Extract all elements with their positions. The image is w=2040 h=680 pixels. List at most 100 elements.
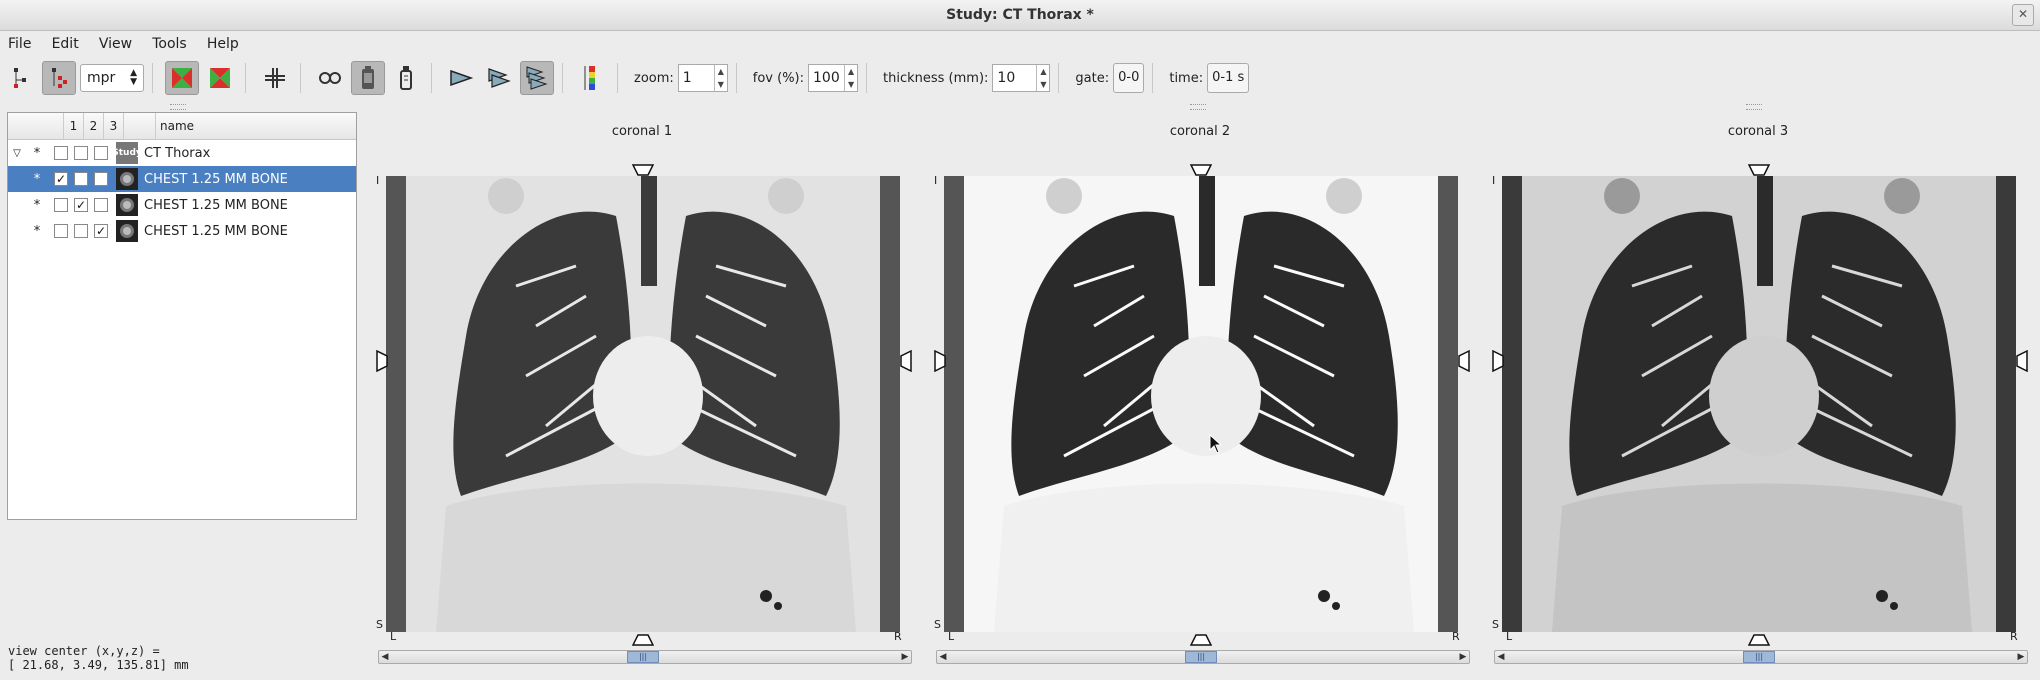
volume-fixed-icon[interactable] [351, 61, 385, 95]
viewport-3[interactable]: coronal 3 I S L R ◀ ||| ▶ [1480, 112, 2036, 672]
expand-icon[interactable]: ▽ [8, 148, 26, 159]
thickness-label: thickness (mm): [883, 70, 989, 86]
time-button[interactable]: 0-1 s [1207, 63, 1250, 93]
blend-red-icon[interactable] [203, 61, 237, 95]
view-2-checkbox[interactable] [74, 224, 88, 238]
view-1-checkbox[interactable] [54, 198, 68, 212]
spin-arrows-icon[interactable]: ▲ ▼ [1036, 65, 1049, 91]
slice-handle-bottom-icon[interactable] [632, 634, 654, 646]
fov-value: 100 [813, 70, 840, 86]
view-center-value: [ 21.68, 3.49, 135.81] mm [8, 658, 189, 672]
viewport-1[interactable]: coronal 1 I S L R ◀ ||| ▶ [364, 112, 920, 672]
thickness-spinbox[interactable]: 10 ▲ ▼ [992, 64, 1051, 92]
toolbar-separator [152, 63, 153, 93]
view-2-checkbox[interactable] [74, 146, 88, 160]
slice-handle-bottom-icon[interactable] [1748, 634, 1770, 646]
menu-view[interactable]: View [91, 30, 140, 58]
view-3-checkbox[interactable]: ✓ [94, 224, 108, 238]
menu-tools[interactable]: Tools [144, 30, 195, 58]
view-2-checkbox[interactable]: ✓ [74, 198, 88, 212]
slice-handle-right-icon[interactable] [2016, 350, 2028, 372]
orientation-right-label: R [2010, 630, 2018, 643]
colormap-icon[interactable] [575, 61, 609, 95]
splitter-grip[interactable] [1746, 104, 1762, 110]
menu-edit[interactable]: Edit [44, 30, 87, 58]
coronal-ct-image[interactable] [944, 176, 1458, 632]
splitter-grip[interactable] [170, 104, 186, 110]
close-icon[interactable]: ✕ [2012, 4, 2034, 26]
play-double-icon[interactable] [482, 61, 516, 95]
toolbar-separator [245, 63, 246, 93]
coronal-ct-image[interactable] [386, 176, 900, 632]
slice-handle-left-icon[interactable] [1492, 350, 1504, 372]
slice-handle-right-icon[interactable] [900, 350, 912, 372]
view-1-checkbox[interactable]: ✓ [54, 172, 68, 186]
scroll-right-icon[interactable]: ▶ [2015, 651, 2027, 663]
orientation-right-label: R [1452, 630, 1460, 643]
coronal-ct-image[interactable] [1502, 176, 2016, 632]
scroll-left-icon[interactable]: ◀ [1495, 651, 1507, 663]
tree-layout-alt-icon[interactable] [42, 61, 76, 95]
zoom-spinbox[interactable]: 1 ▲ ▼ [677, 64, 728, 92]
fov-spinbox[interactable]: 100 ▲ ▼ [808, 64, 859, 92]
view-3-checkbox[interactable] [94, 198, 108, 212]
blend-green-icon[interactable] [165, 61, 199, 95]
slice-handle-left-icon[interactable] [934, 350, 946, 372]
menu-file[interactable]: File [0, 30, 39, 58]
crosshair-icon[interactable] [258, 61, 292, 95]
view-mode-select[interactable]: mpr ▲ ▼ [80, 64, 144, 92]
link-views-icon[interactable] [313, 61, 347, 95]
scrollbar-thumb[interactable]: ||| [1185, 651, 1217, 663]
tree-row[interactable]: * ✓ CHEST 1.25 MM BONE [8, 192, 356, 218]
slice-scrollbar[interactable]: ◀ ||| ▶ [1494, 650, 2028, 664]
thickness-value: 10 [997, 70, 1016, 86]
scroll-right-icon[interactable]: ▶ [1457, 651, 1469, 663]
tree-row[interactable]: * ✓ CHEST 1.25 MM BONE [8, 166, 356, 192]
view-3-checkbox[interactable] [94, 146, 108, 160]
viewport-title: coronal 3 [1727, 124, 1789, 139]
column-header-2[interactable]: 2 [84, 113, 104, 139]
gate-button[interactable]: 0-0 [1113, 63, 1145, 93]
tree-row-name: CHEST 1.25 MM BONE [144, 171, 288, 187]
menu-help[interactable]: Help [199, 30, 247, 58]
slice-scrollbar[interactable]: ◀ ||| ▶ [936, 650, 1470, 664]
play-triple-icon[interactable] [520, 61, 554, 95]
tree-header-spacer [8, 113, 64, 139]
view-center-label: view center (x,y,z) = [8, 644, 160, 658]
toolbar: mpr ▲ ▼ zoom: 1 ▲ ▼ fov (%): 100 ▲ ▼ thi… [0, 58, 2040, 98]
orientation-bottom-label: S [376, 618, 383, 631]
slice-handle-bottom-icon[interactable] [1190, 634, 1212, 646]
scrollbar-thumb[interactable]: ||| [1743, 651, 1775, 663]
slice-handle-top-icon[interactable] [1748, 164, 1770, 176]
tree-row[interactable]: ▽ * Study CT Thorax [8, 140, 356, 166]
toolbar-separator [866, 63, 868, 93]
column-header-name[interactable]: name [156, 113, 356, 139]
column-header-1[interactable]: 1 [64, 113, 84, 139]
slice-handle-left-icon[interactable] [376, 350, 388, 372]
toolbar-separator [617, 63, 618, 93]
play-single-icon[interactable] [444, 61, 478, 95]
scrollbar-thumb[interactable]: ||| [627, 651, 659, 663]
orientation-bottom-label: S [934, 618, 941, 631]
series-thumbnail [116, 194, 138, 216]
viewport-2[interactable]: coronal 2 I S L R ◀ ||| ▶ [922, 112, 1478, 672]
volume-single-icon[interactable] [389, 61, 423, 95]
tree-row[interactable]: * ✓ CHEST 1.25 MM BONE [8, 218, 356, 244]
slice-scrollbar[interactable]: ◀ ||| ▶ [378, 650, 912, 664]
scroll-left-icon[interactable]: ◀ [379, 651, 391, 663]
spin-arrows-icon[interactable]: ▲ ▼ [713, 65, 727, 91]
scroll-left-icon[interactable]: ◀ [937, 651, 949, 663]
spin-arrows-icon[interactable]: ▲ ▼ [844, 65, 857, 91]
view-2-checkbox[interactable] [74, 172, 88, 186]
slice-handle-top-icon[interactable] [632, 164, 654, 176]
slice-handle-right-icon[interactable] [1458, 350, 1470, 372]
tree-layout-icon[interactable] [4, 61, 38, 95]
scroll-right-icon[interactable]: ▶ [899, 651, 911, 663]
view-1-checkbox[interactable] [54, 224, 68, 238]
toolbar-separator [562, 63, 563, 93]
slice-handle-top-icon[interactable] [1190, 164, 1212, 176]
view-1-checkbox[interactable] [54, 146, 68, 160]
column-header-3[interactable]: 3 [104, 113, 124, 139]
splitter-grip[interactable] [1190, 104, 1206, 110]
view-3-checkbox[interactable] [94, 172, 108, 186]
